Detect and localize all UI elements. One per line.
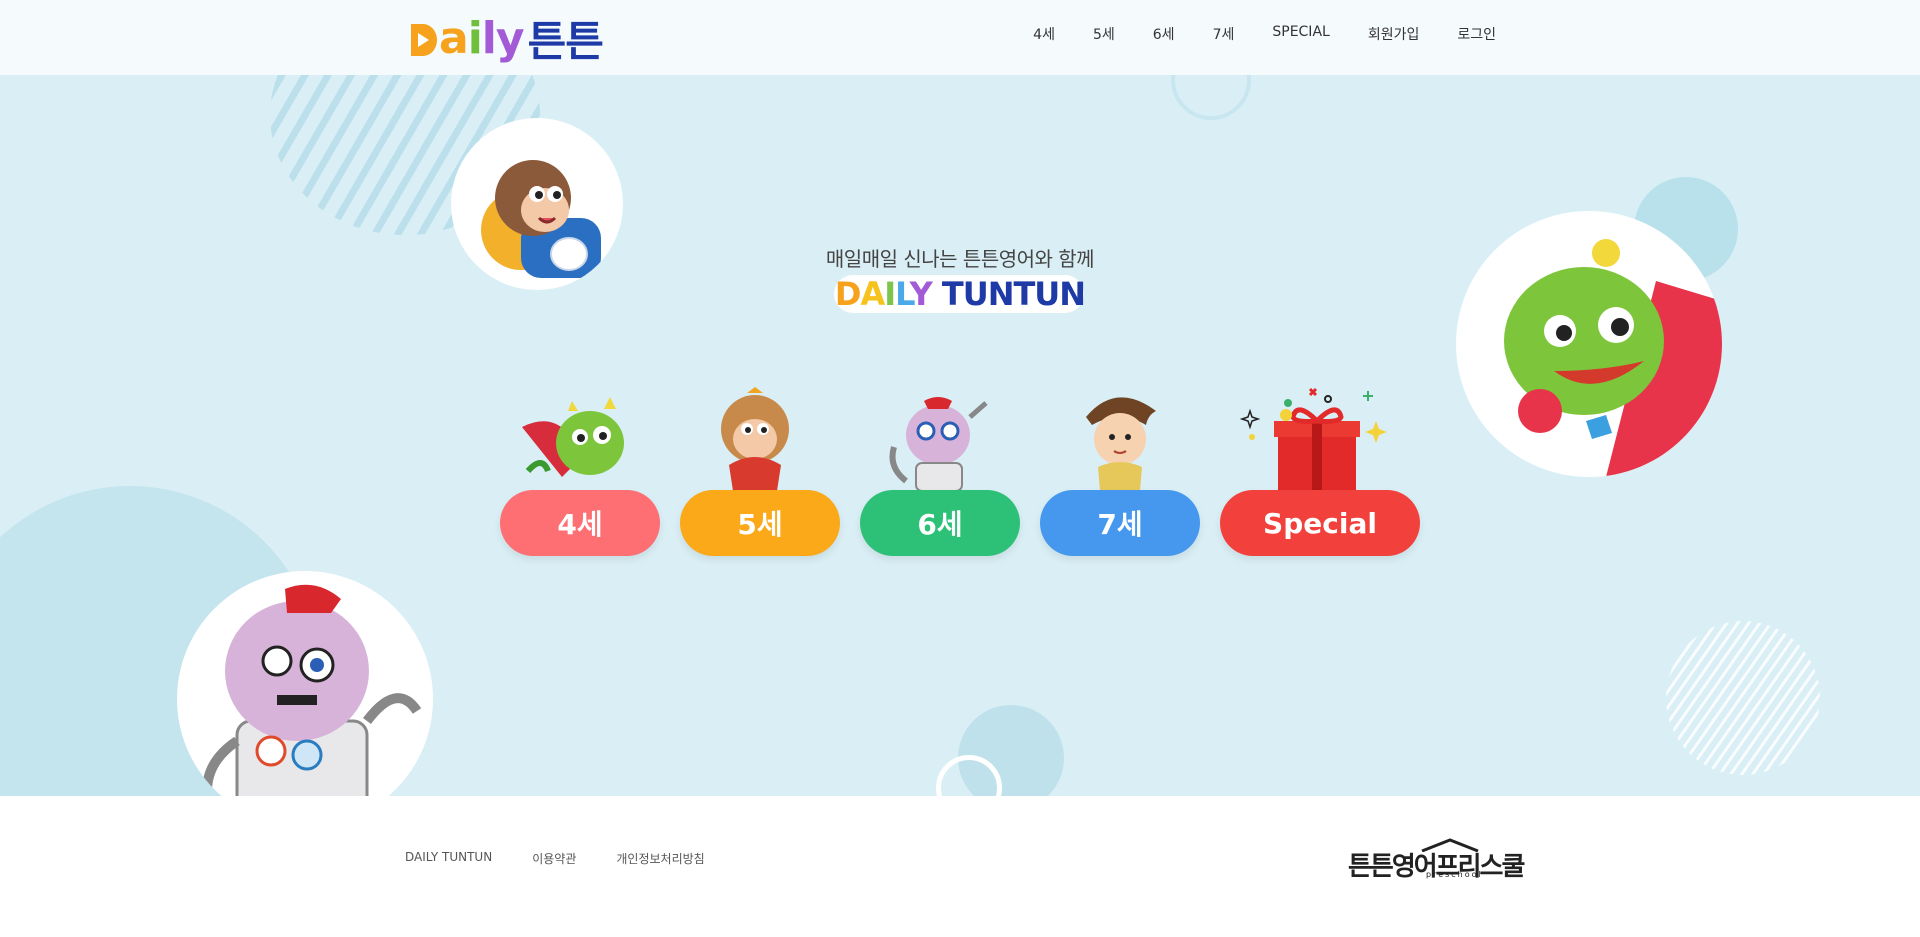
age-6-button[interactable]: 6세 xyxy=(860,490,1020,556)
nav-4-years[interactable]: 4세 xyxy=(1033,24,1055,44)
dragon-mascot-icon xyxy=(522,397,624,477)
gift-icon xyxy=(1239,387,1387,491)
nav-6-years[interactable]: 6세 xyxy=(1153,24,1175,44)
age-7-button[interactable]: 7세 xyxy=(1040,490,1200,556)
nav-5-years[interactable]: 5세 xyxy=(1093,24,1115,44)
footer-link-privacy[interactable]: 개인정보처리방침 xyxy=(616,850,704,867)
play-d-icon xyxy=(409,18,439,58)
hero-section: 매일매일 신나는 튼튼영어와 함께 DAILY TUNTUN 4세 5세 6세 … xyxy=(0,75,1920,796)
age-5-button[interactable]: 5세 xyxy=(680,490,840,556)
tuntun-preschool-logo[interactable]: 튼튼영어프리스쿨 preschool xyxy=(1348,838,1525,882)
nav-login[interactable]: 로그인 xyxy=(1457,24,1496,44)
main-nav: 4세 5세 6세 7세 SPECIAL 회원가입 로그인 xyxy=(1033,24,1496,44)
footer-links: DAILY TUNTUN 이용약관 개인정보처리방침 xyxy=(405,850,745,867)
site-footer: DAILY TUNTUN 이용약관 개인정보처리방침 튼튼영어프리스쿨 pres… xyxy=(0,796,1920,937)
nav-special[interactable]: SPECIAL xyxy=(1272,24,1329,44)
footer-link-terms[interactable]: 이용약관 xyxy=(532,850,576,867)
striped-circle-decoration xyxy=(1666,621,1820,775)
boy-mascot-icon xyxy=(1086,397,1156,491)
special-button[interactable]: Special xyxy=(1220,490,1420,556)
nav-signup[interactable]: 회원가입 xyxy=(1368,24,1420,44)
hero-title: DAILY TUNTUN xyxy=(834,275,1086,313)
site-header: a i l y 튼튼 4세 5세 6세 7세 SPECIAL 회원가입 로그인 xyxy=(0,0,1920,75)
hero-tagline: 매일매일 신나는 튼튼영어와 함께 xyxy=(825,247,1095,271)
age-4-button[interactable]: 4세 xyxy=(500,490,660,556)
nav-7-years[interactable]: 7세 xyxy=(1213,24,1235,44)
daily-tuntun-logo[interactable]: a i l y 튼튼 xyxy=(409,13,604,66)
monkey-mascot-icon xyxy=(721,387,789,491)
footer-link-daily-tuntun[interactable]: DAILY TUNTUN xyxy=(405,850,492,867)
robot-mascot-icon xyxy=(889,397,988,491)
ring-decoration xyxy=(1171,75,1251,120)
